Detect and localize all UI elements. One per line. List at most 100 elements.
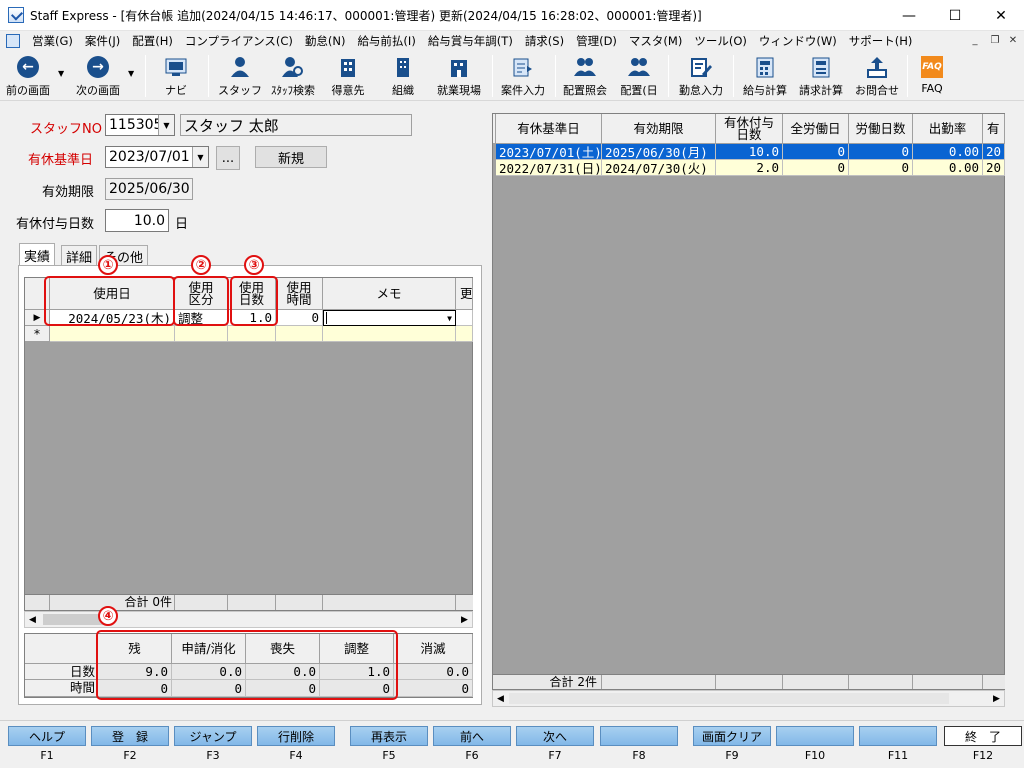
- f8-button[interactable]: [600, 726, 678, 746]
- mdi-restore-button[interactable]: ❐: [986, 33, 1004, 48]
- chevron-down-icon[interactable]: ▼: [192, 147, 208, 167]
- scroll-right-icon[interactable]: ▶: [989, 691, 1004, 706]
- history-row-cell[interactable]: 0: [783, 160, 849, 176]
- col-header-work-days[interactable]: 労働日数: [849, 114, 913, 144]
- next-screen-button[interactable]: → 次の画面: [72, 53, 124, 99]
- f6-prev-button[interactable]: 前へ: [433, 726, 511, 746]
- inquiry-icon: [867, 57, 887, 78]
- f7-next-button[interactable]: 次へ: [516, 726, 594, 746]
- col-header-update[interactable]: 更: [456, 278, 473, 310]
- col-header-memo[interactable]: メモ: [323, 278, 456, 310]
- scroll-left-icon[interactable]: ◀: [25, 612, 40, 627]
- scroll-thumb[interactable]: [509, 693, 949, 704]
- browse-button[interactable]: ...: [216, 146, 240, 170]
- org-button[interactable]: 組織: [385, 53, 421, 99]
- history-row-cell[interactable]: 2024/07/30(火): [602, 160, 716, 176]
- new-row-cell[interactable]: [456, 326, 473, 342]
- work-site-button[interactable]: 就業現場: [434, 53, 484, 99]
- new-row-cell[interactable]: [50, 326, 175, 342]
- minimize-button[interactable]: —: [886, 0, 932, 31]
- navi-button[interactable]: ナビ: [160, 53, 192, 99]
- menu-compliance[interactable]: コンプライアンス(C): [179, 33, 299, 49]
- history-grid-hscrollbar[interactable]: ◀ ▶: [492, 690, 1005, 707]
- staff-search-button[interactable]: ｽﾀｯﾌ検索: [266, 53, 320, 99]
- menu-support[interactable]: サポート(H): [843, 33, 919, 49]
- scroll-right-icon[interactable]: ▶: [457, 612, 472, 627]
- staff-no-combo[interactable]: 115305 ▼: [105, 114, 175, 136]
- col-header-attendance-rate[interactable]: 出勤率: [913, 114, 983, 144]
- menu-payroll[interactable]: 給与賞与年調(T): [422, 33, 519, 49]
- history-row-selected-cell[interactable]: 20: [983, 144, 1005, 160]
- history-row-cell[interactable]: 0: [849, 160, 913, 176]
- menu-sales[interactable]: 営業(G): [26, 33, 79, 49]
- history-row-selected-cell[interactable]: 0: [849, 144, 913, 160]
- menu-assign[interactable]: 配置(H): [126, 33, 179, 49]
- col-header-base-date[interactable]: 有休基準日: [496, 114, 602, 144]
- scroll-left-icon[interactable]: ◀: [493, 691, 508, 706]
- col-header-grant-days[interactable]: 有休付与 日数: [716, 114, 783, 144]
- payroll-calc-button[interactable]: 給与計算: [740, 53, 790, 99]
- staff-button[interactable]: スタッフ: [218, 53, 262, 99]
- col-header-expiry[interactable]: 有効期限: [602, 114, 716, 144]
- close-button[interactable]: ✕: [978, 0, 1024, 31]
- f12-exit-button[interactable]: 終 了: [944, 726, 1022, 746]
- mdi-close-button[interactable]: ✕: [1004, 33, 1022, 48]
- attendance-input-button[interactable]: 勤怠入力: [676, 53, 726, 99]
- menu-window[interactable]: ウィンドウ(W): [753, 33, 843, 49]
- grant-days-input[interactable]: 10.0: [105, 209, 169, 232]
- new-row-cell[interactable]: [228, 326, 276, 342]
- history-row-cell[interactable]: 0.00: [913, 160, 983, 176]
- update-cell[interactable]: [456, 310, 473, 326]
- f1-help-button[interactable]: ヘルプ: [8, 726, 86, 746]
- menu-case[interactable]: 案件(J): [79, 33, 126, 49]
- history-row-cell[interactable]: 2022/07/31(日): [496, 160, 602, 176]
- menu-attendance[interactable]: 勤怠(N): [299, 33, 352, 49]
- maximize-button[interactable]: ☐: [932, 0, 978, 31]
- client-button[interactable]: 得意先: [328, 53, 368, 99]
- f9-clear-button[interactable]: 画面クリア: [693, 726, 771, 746]
- inquiry-button[interactable]: お問合せ: [852, 53, 902, 99]
- mdi-minimize-button[interactable]: _: [966, 33, 984, 48]
- grant-days-label: 有休付与日数: [16, 217, 95, 232]
- assign-day-button[interactable]: 配置(日: [617, 53, 661, 99]
- history-row-selected-cell[interactable]: 0: [783, 144, 849, 160]
- tab-actual[interactable]: 実績: [19, 243, 56, 266]
- new-row-cell[interactable]: [323, 326, 456, 342]
- f10-button[interactable]: [776, 726, 854, 746]
- f4-delete-row-button[interactable]: 行削除: [257, 726, 335, 746]
- next-dropdown-icon[interactable]: ▼: [128, 69, 134, 78]
- f3-jump-button[interactable]: ジャンプ: [174, 726, 252, 746]
- menu-tools[interactable]: ツール(O): [688, 33, 753, 49]
- base-date-combo[interactable]: 2023/07/01 ▼: [105, 146, 209, 168]
- history-row-cell[interactable]: 20: [983, 160, 1005, 176]
- billing-calc-button[interactable]: 請求計算: [796, 53, 846, 99]
- faq-button[interactable]: FAQ FAQ: [914, 53, 950, 99]
- menu-billing[interactable]: 請求(S): [519, 33, 570, 49]
- chevron-down-icon[interactable]: ▼: [447, 314, 452, 323]
- assign-inquiry-button[interactable]: 配置照会: [560, 53, 610, 99]
- menu-admin[interactable]: 管理(D): [570, 33, 623, 49]
- col-header-all-work-days[interactable]: 全労働日: [783, 114, 849, 144]
- history-row-cell[interactable]: 2.0: [716, 160, 783, 176]
- f2-register-button[interactable]: 登 録: [91, 726, 169, 746]
- f5-refresh-button[interactable]: 再表示: [350, 726, 428, 746]
- chevron-down-icon[interactable]: ▼: [158, 115, 174, 135]
- f11-button[interactable]: [859, 726, 937, 746]
- history-row-selected-cell[interactable]: 0.00: [913, 144, 983, 160]
- new-row-cell[interactable]: [175, 326, 228, 342]
- case-input-button[interactable]: 案件入力: [498, 53, 548, 99]
- prev-screen-button[interactable]: ← 前の画面: [4, 53, 52, 99]
- menu-advance-pay[interactable]: 給与前払(I): [351, 33, 421, 49]
- history-row-selected-cell[interactable]: 10.0: [716, 144, 783, 160]
- col-header-more[interactable]: 有: [983, 114, 1005, 144]
- new-button[interactable]: 新規: [255, 146, 327, 168]
- tab-detail[interactable]: 詳細: [61, 245, 98, 266]
- expiry-label: 有効期限: [42, 185, 95, 200]
- use-hours-cell[interactable]: 0: [276, 310, 323, 326]
- col-header-use-hours[interactable]: 使用 時間: [276, 278, 323, 310]
- memo-combo[interactable]: ▼: [323, 310, 456, 326]
- new-row-cell[interactable]: [276, 326, 323, 342]
- usage-grid-hscrollbar[interactable]: ◀ ▶: [24, 611, 473, 628]
- menu-master[interactable]: マスタ(M): [623, 33, 688, 49]
- prev-dropdown-icon[interactable]: ▼: [58, 69, 64, 78]
